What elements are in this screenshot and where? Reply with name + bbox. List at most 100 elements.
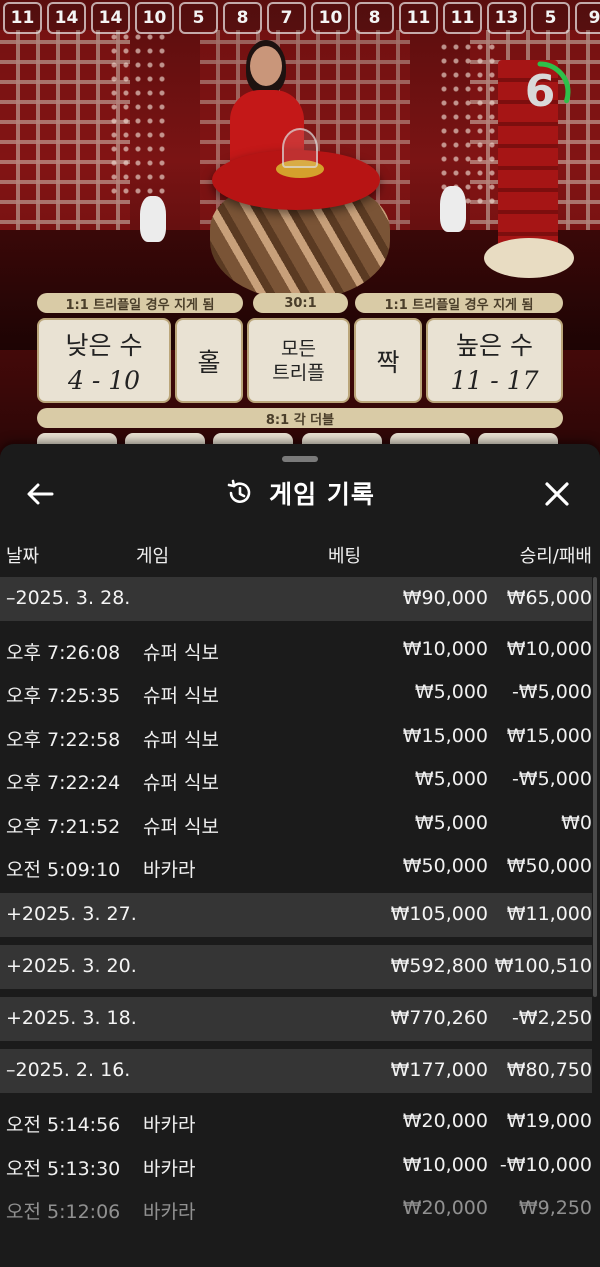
- game-bet: ₩20,000: [402, 1197, 488, 1220]
- game-name: 바카라: [143, 1157, 196, 1180]
- result-cell: 5: [531, 2, 570, 34]
- sheet-header: 게임 기록: [0, 468, 600, 518]
- close-button[interactable]: [534, 474, 580, 514]
- blossom-branches-left: [108, 30, 168, 200]
- game-result: ₩19,000: [506, 1110, 592, 1133]
- date-total-result: ₩100,510: [494, 955, 592, 978]
- game-bet: ₩10,000: [402, 1153, 488, 1176]
- bet-small-range: 4 - 10: [67, 366, 141, 395]
- result-cell: 14: [47, 2, 86, 34]
- arrow-left-icon: [27, 483, 54, 505]
- result-cell: 7: [267, 2, 306, 34]
- result-cell: 11: [3, 2, 42, 34]
- bet-even[interactable]: 짝: [354, 318, 422, 403]
- timer-seconds: 6: [524, 66, 556, 117]
- column-header-bet: 베팅: [328, 546, 362, 567]
- date-total-result: -₩2,250: [511, 1007, 592, 1030]
- sheet-title-group: 게임 기록: [0, 468, 600, 518]
- game-name: 슈퍼 식보: [143, 772, 219, 795]
- game-bet: ₩50,000: [402, 854, 488, 877]
- game-result: -₩10,000: [499, 1153, 592, 1176]
- game-time: 오전 5:12:06: [6, 1201, 121, 1224]
- history-game-row[interactable]: 오전 5:13:30 바카라 ₩10,000 -₩10,000: [0, 1145, 592, 1188]
- history-date-row[interactable]: +2025. 3. 20. ₩592,800 ₩100,510: [0, 945, 592, 990]
- bet-big[interactable]: 높은 수 11 - 17: [426, 318, 563, 403]
- result-cell: 11: [399, 2, 438, 34]
- bet-any-triple-line2: 트리플: [272, 361, 325, 384]
- game-name: 바카라: [143, 858, 196, 881]
- big-odds-ribbon: 1:1 트리플일 경우 지게 됨: [355, 293, 563, 313]
- history-game-row[interactable]: 오후 7:22:24 슈퍼 식보 ₩5,000 -₩5,000: [0, 759, 592, 802]
- game-bet: ₩10,000: [402, 638, 488, 660]
- game-result: ₩50,000: [506, 854, 592, 877]
- date-total-bet: ₩105,000: [390, 903, 488, 926]
- game-bet: ₩20,000: [402, 1110, 488, 1133]
- vase-right: [440, 186, 466, 232]
- recent-results-strip: 11 14 14 10 5 8 7 10 8 11 11 13 5 9: [0, 0, 600, 36]
- history-date-row[interactable]: +2025. 3. 27. ₩105,000 ₩11,000: [0, 893, 592, 938]
- bet-odd[interactable]: 홀: [175, 318, 243, 403]
- game-time: 오후 7:25:35: [6, 685, 121, 708]
- game-bet: ₩5,000: [414, 811, 488, 834]
- game-bet: ₩5,000: [414, 768, 488, 791]
- bet-any-triple[interactable]: 모든 트리플: [247, 318, 350, 403]
- date-label: –2025. 3. 28.: [6, 587, 131, 609]
- game-time: 오후 7:26:08: [6, 642, 121, 664]
- date-total-bet: ₩770,260: [390, 1007, 488, 1030]
- date-total-result: ₩65,000: [506, 587, 592, 609]
- game-name: 슈퍼 식보: [143, 642, 219, 664]
- live-game-view: 11 14 14 10 5 8 7 10 8 11 11 13 5 9 6 1:1 트리플일 경우 지게 …: [0, 0, 600, 460]
- game-bet: ₩15,000: [402, 724, 488, 747]
- game-time: 오전 5:14:56: [6, 1114, 121, 1137]
- history-scrollbar[interactable]: [593, 577, 597, 997]
- game-name: 바카라: [143, 1201, 196, 1224]
- date-total-bet: ₩592,800: [390, 955, 488, 978]
- triple-odds-ribbon: 30:1: [253, 293, 348, 313]
- history-game-row[interactable]: 오후 7:25:35 슈퍼 식보 ₩5,000 -₩5,000: [0, 672, 592, 715]
- bet-big-label: 높은 수: [456, 331, 533, 360]
- game-result: -₩5,000: [511, 768, 592, 791]
- result-cell: 10: [311, 2, 350, 34]
- game-bet: ₩5,000: [414, 681, 488, 704]
- column-header-result: 승리/패배: [519, 546, 592, 567]
- history-date-row[interactable]: –2025. 3. 28. ₩90,000 ₩65,000: [0, 577, 592, 621]
- history-date-row[interactable]: +2025. 3. 18. ₩770,260 -₩2,250: [0, 997, 592, 1042]
- history-game-row[interactable]: 오후 7:22:58 슈퍼 식보 ₩15,000 ₩15,000: [0, 716, 592, 759]
- bet-small-label: 낮은 수: [65, 331, 143, 360]
- result-cell: 11: [443, 2, 482, 34]
- blossom-branches-right: [438, 40, 498, 210]
- game-history-sheet: 게임 기록 날짜 게임 베팅 승리/패배 –2025. 3. 28. ₩90,00…: [0, 444, 600, 1267]
- history-game-row[interactable]: 오후 7:21:52 슈퍼 식보 ₩5,000 ₩0: [0, 803, 592, 846]
- column-header-game: 게임: [136, 546, 170, 567]
- game-result: -₩5,000: [511, 681, 592, 704]
- small-odds-ribbon: 1:1 트리플일 경우 지게 됨: [37, 293, 243, 313]
- game-name: 바카라: [143, 1114, 196, 1137]
- game-result: ₩9,250: [518, 1197, 592, 1220]
- history-game-row[interactable]: 오전 5:09:10 바카라 ₩50,000 ₩50,000: [0, 846, 592, 889]
- back-button[interactable]: [18, 474, 62, 514]
- game-name: 슈퍼 식보: [143, 728, 219, 751]
- sheet-drag-handle[interactable]: [282, 456, 318, 462]
- bet-small[interactable]: 낮은 수 4 - 10: [37, 318, 171, 403]
- date-label: –2025. 2. 16.: [6, 1059, 131, 1082]
- result-cell: 8: [223, 2, 262, 34]
- result-cell: 10: [135, 2, 174, 34]
- date-label: +2025. 3. 18.: [6, 1007, 137, 1030]
- game-result: ₩10,000: [506, 638, 592, 660]
- date-label: +2025. 3. 27.: [6, 903, 137, 926]
- date-total-bet: ₩177,000: [390, 1059, 488, 1082]
- game-time: 오후 7:22:58: [6, 728, 121, 751]
- history-game-row[interactable]: 오전 5:14:56 바카라 ₩20,000 ₩19,000: [0, 1101, 592, 1144]
- result-cell: 5: [179, 2, 218, 34]
- history-column-headers: 날짜 게임 베팅 승리/패배: [0, 538, 600, 568]
- history-game-row[interactable]: 오전 5:12:06 바카라 ₩20,000 ₩9,250: [0, 1188, 592, 1231]
- game-time: 오후 7:22:24: [6, 772, 121, 795]
- history-date-row[interactable]: –2025. 2. 16. ₩177,000 ₩80,750: [0, 1049, 592, 1094]
- bet-any-triple-line1: 모든: [281, 337, 316, 360]
- history-game-row[interactable]: 오후 7:26:08 슈퍼 식보 ₩10,000 ₩10,000: [0, 629, 592, 672]
- bet-even-label: 짝: [376, 347, 400, 377]
- game-time: 오전 5:09:10: [6, 858, 121, 881]
- date-total-result: ₩80,750: [506, 1059, 592, 1082]
- double-odds-ribbon: 8:1 각 더블: [37, 408, 563, 428]
- date-total-result: ₩11,000: [506, 903, 592, 926]
